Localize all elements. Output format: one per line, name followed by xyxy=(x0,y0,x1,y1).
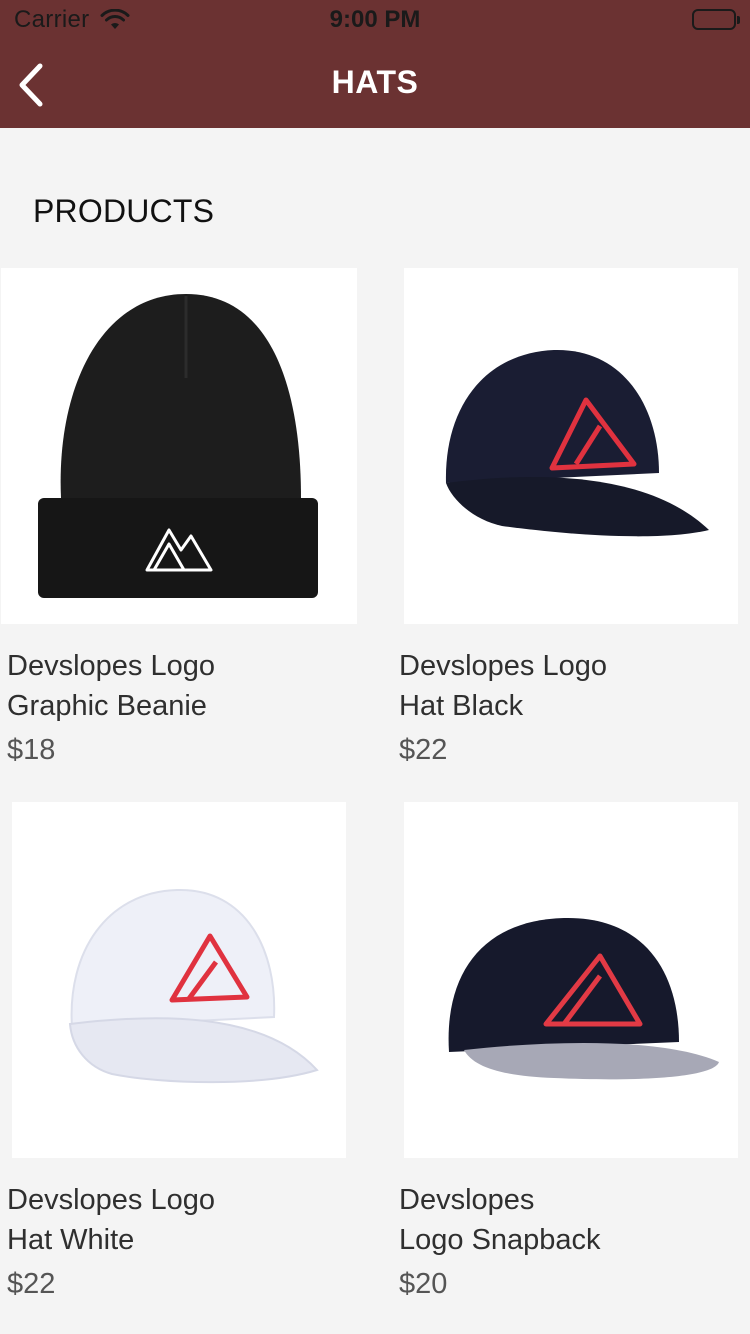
battery-icon xyxy=(692,9,740,30)
page-title: HATS xyxy=(331,64,419,100)
product-price: $22 xyxy=(7,1268,56,1300)
section-title: PRODUCTS xyxy=(33,193,215,229)
product-card[interactable]: Devslopes Logo Snapback $20 xyxy=(393,802,750,1304)
product-card[interactable]: Devslopes Logo Hat White $22 xyxy=(1,802,361,1304)
product-image-black-snapback xyxy=(404,802,738,1158)
status-time: 9:00 PM xyxy=(329,6,421,33)
product-name: Devslopes Logo Snapback xyxy=(399,1184,601,1256)
product-name: Devslopes Logo Hat White xyxy=(7,1184,215,1256)
navigation-bar: Carrier 9:00 PM HATS xyxy=(0,0,750,128)
product-card[interactable]: Devslopes Logo Graphic Beanie $18 xyxy=(1,268,361,770)
product-price: $22 xyxy=(399,734,448,766)
product-card[interactable]: Devslopes Logo Hat Black $22 xyxy=(393,268,750,770)
product-image-black-cap xyxy=(404,268,738,624)
product-price: $20 xyxy=(399,1268,448,1300)
product-price: $18 xyxy=(7,734,56,766)
product-name: Devslopes Logo Graphic Beanie xyxy=(7,650,215,722)
product-image-white-cap xyxy=(12,802,346,1158)
product-image-black-beanie xyxy=(1,268,357,624)
product-name: Devslopes Logo Hat Black xyxy=(399,650,607,722)
status-bar: Carrier 9:00 PM xyxy=(0,0,750,40)
